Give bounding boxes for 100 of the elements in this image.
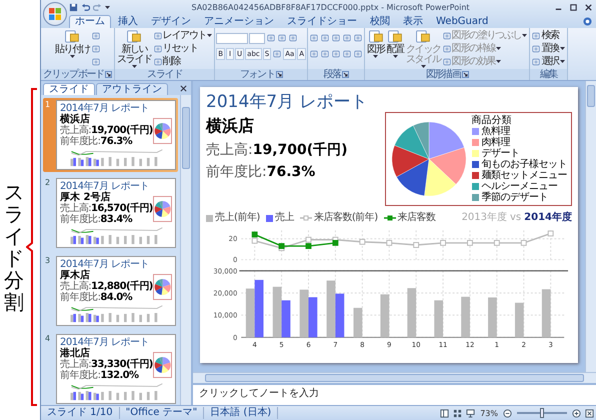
launcher-icon[interactable] xyxy=(342,71,349,78)
tool-button[interactable] xyxy=(320,32,330,44)
vertical-scrollbar[interactable] xyxy=(180,95,191,405)
vertical-scrollbar[interactable] xyxy=(585,81,596,372)
tool-button[interactable] xyxy=(353,32,364,44)
grid-view-icon[interactable] xyxy=(453,408,462,418)
close-icon[interactable] xyxy=(584,2,593,12)
status-text: "Office テーマ" xyxy=(120,407,204,419)
horizontal-scrollbar[interactable] xyxy=(193,372,596,383)
thumbnail-store: 厚木 2号店 xyxy=(60,192,112,203)
tool-icon xyxy=(92,44,100,52)
ribbon-tab[interactable]: スライドショー xyxy=(281,15,363,28)
pane-tab[interactable]: アウトライン xyxy=(96,83,168,95)
ribbon-button[interactable]: 図形 xyxy=(366,29,386,68)
tool-icon xyxy=(354,50,362,58)
slide-thumbnail[interactable]: 1 2014年7月 レポート 横浜店 売上高:19,700(千円) 前年度比:76.3% xyxy=(43,98,178,172)
tool-button[interactable] xyxy=(309,48,320,60)
tool-button[interactable] xyxy=(320,48,330,60)
period-label: 2014年度 xyxy=(524,212,572,224)
tool-button[interactable] xyxy=(331,48,342,60)
caret-icon xyxy=(496,60,502,63)
caret-icon xyxy=(207,34,212,37)
ribbon-button[interactable]: 貼り付け xyxy=(54,29,91,68)
ribbon-button[interactable]: 検索 xyxy=(531,29,566,42)
ribbon-button[interactable]: リセット xyxy=(152,42,214,55)
thumbnail-sales: 売上高:16,570(千円) xyxy=(60,203,153,214)
bar xyxy=(407,288,416,338)
legend-label: 売上 xyxy=(274,212,294,224)
launcher-icon[interactable] xyxy=(276,71,283,78)
data-point xyxy=(413,242,420,248)
tool-button[interactable] xyxy=(309,32,320,44)
ribbon-button[interactable]: 配置 xyxy=(386,29,405,68)
normal-view-icon[interactable] xyxy=(440,408,450,418)
caret-icon xyxy=(522,34,528,37)
ribbon-button[interactable]: レイアウト xyxy=(152,29,214,42)
slide-number: 2 xyxy=(45,178,52,189)
slideshow-icon[interactable] xyxy=(466,408,476,418)
slide-number: 4 xyxy=(45,334,52,345)
ribbon-tab[interactable]: 表示 xyxy=(397,15,429,28)
save-icon[interactable] xyxy=(69,2,78,12)
status-text: 日本語 (日本) xyxy=(204,407,278,419)
thumbnail-store: 厚木店 xyxy=(60,270,91,281)
data-point xyxy=(467,240,473,246)
slider-thumb[interactable] xyxy=(540,408,544,418)
data-point xyxy=(520,240,527,246)
ribbon-tab[interactable]: デザイン xyxy=(145,15,197,28)
ribbon-tab[interactable]: 校閲 xyxy=(364,15,396,28)
launcher-icon[interactable] xyxy=(104,71,112,78)
close-icon[interactable] xyxy=(180,84,187,92)
tool-button[interactable] xyxy=(342,48,352,60)
font-field[interactable] xyxy=(216,32,248,44)
tool-button[interactable] xyxy=(288,32,298,44)
fit-window-icon[interactable] xyxy=(585,408,594,418)
redo-icon[interactable] xyxy=(93,2,102,12)
legend-swatch xyxy=(266,214,273,222)
tool-icon xyxy=(92,32,100,40)
ribbon-button[interactable]: 新しいスライド xyxy=(116,29,153,68)
caret-icon xyxy=(560,47,565,50)
sales-text: 売上高:19,700(千円) xyxy=(206,141,348,159)
tool-button[interactable] xyxy=(353,48,364,60)
legend-label: ヘルシーメニュー xyxy=(482,181,558,192)
thumbnail-title: 2014年7月 レポート xyxy=(60,103,150,114)
tool-icon xyxy=(267,34,276,42)
tool-button[interactable] xyxy=(342,32,352,44)
tool-button[interactable] xyxy=(272,48,282,60)
bar xyxy=(300,290,308,338)
zoom-in-icon[interactable] xyxy=(572,408,581,418)
tool-button[interactable] xyxy=(266,32,276,44)
tool-icon xyxy=(154,32,162,40)
tool-icon xyxy=(387,29,404,44)
office-button[interactable] xyxy=(43,2,67,26)
launcher-icon[interactable] xyxy=(462,71,469,78)
thumbnail-sales: 売上高:12,880(千円) xyxy=(60,281,153,292)
ribbon-button[interactable]: 置換 xyxy=(531,42,566,55)
legend-label: 季節のデザート xyxy=(482,192,548,203)
help-icon[interactable] xyxy=(583,16,592,26)
notes-field[interactable]: クリックしてノートを入力 xyxy=(193,383,596,405)
ribbon-button[interactable]: 削除 xyxy=(152,55,214,68)
pane-tab[interactable]: スライド xyxy=(43,83,95,95)
ribbon-tab[interactable]: ホーム xyxy=(69,15,111,28)
versus-label: vs xyxy=(510,212,522,224)
ribbon-button[interactable]: 選択 xyxy=(531,55,566,68)
maximize-icon[interactable] xyxy=(569,2,578,12)
tool-icon xyxy=(289,34,298,42)
data-point xyxy=(548,230,554,236)
tool-icon xyxy=(154,58,162,66)
tool-button[interactable] xyxy=(331,32,342,44)
undo-icon[interactable] xyxy=(81,2,90,12)
ribbon-tab[interactable]: 挿入 xyxy=(112,15,144,28)
tool-button[interactable] xyxy=(277,32,288,44)
tool-icon xyxy=(273,50,282,58)
bar xyxy=(514,302,524,338)
group-label: スライド xyxy=(147,69,182,80)
data-point xyxy=(440,240,446,246)
zoom-out-icon[interactable] xyxy=(503,408,512,418)
font-size-field[interactable] xyxy=(249,32,266,44)
ribbon-tab[interactable]: アニメーション xyxy=(198,15,280,28)
group-label: 編集 xyxy=(540,69,558,80)
ribbon-tab[interactable]: WebGuard xyxy=(430,15,494,28)
thumbnail-sales: 売上高:33,330(千円) xyxy=(60,359,153,370)
